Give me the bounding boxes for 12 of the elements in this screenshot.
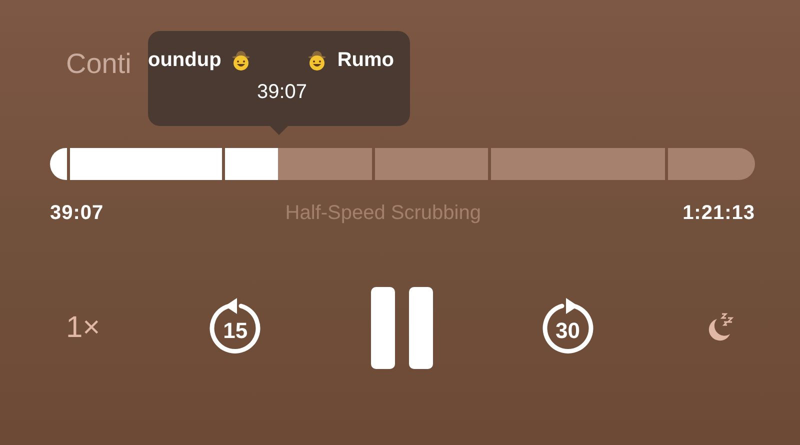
progress-fill <box>50 148 67 180</box>
playback-speed-button[interactable]: 1× <box>66 311 100 345</box>
chapter-title: Rumo <box>337 48 394 72</box>
scrub-time: 39:07 <box>256 81 308 104</box>
episode-title: Conti <box>66 48 132 81</box>
pause-button[interactable] <box>370 287 433 369</box>
remaining-time: 1:21:13 <box>682 202 755 225</box>
skip-forward-button[interactable]: 30 <box>536 296 600 360</box>
progress-track[interactable] <box>50 148 755 180</box>
chapter-title: oundup <box>148 48 222 72</box>
elapsed-time: 39:07 <box>50 202 104 225</box>
skip-back-button[interactable]: 15 <box>203 296 268 360</box>
